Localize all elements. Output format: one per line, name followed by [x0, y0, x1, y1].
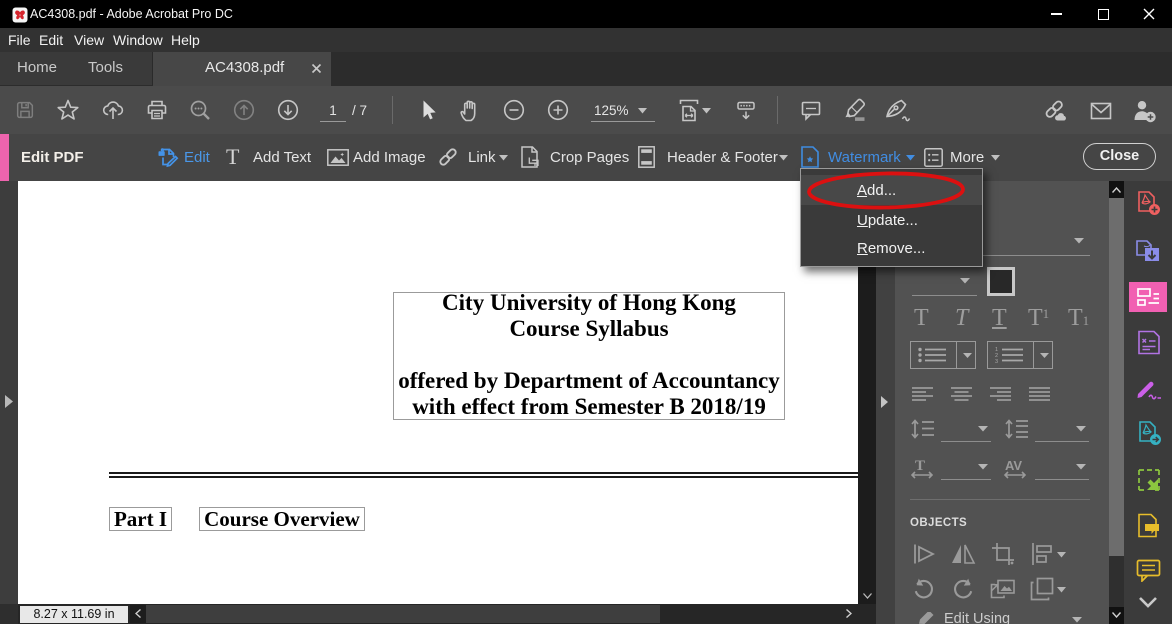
svg-text:T: T: [915, 458, 925, 474]
svg-text:AV: AV: [1005, 458, 1022, 473]
svg-text:3: 3: [995, 359, 998, 364]
